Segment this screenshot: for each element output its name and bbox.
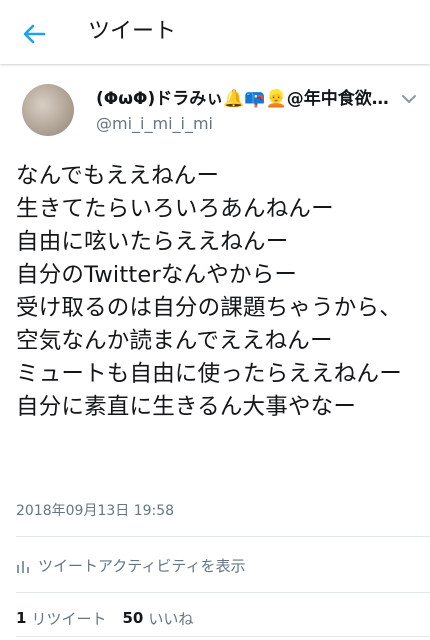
top-bar: ツイート	[0, 0, 430, 64]
retweets-label: リツイート	[31, 609, 107, 628]
tweet-stats: 1 リツイート 50 いいね	[16, 608, 209, 628]
likes-count: 50	[122, 609, 144, 627]
divider	[16, 636, 430, 637]
chevron-down-icon[interactable]	[400, 90, 418, 108]
tweet-activity-link[interactable]: ツイートアクティビティを表示	[16, 556, 245, 576]
back-arrow-icon[interactable]	[18, 18, 50, 50]
activity-label: ツイートアクティビティを表示	[38, 557, 246, 575]
display-name-text: (ΦωΦ)ドラみぃ	[96, 89, 224, 109]
likes-stat[interactable]: 50 いいね	[122, 608, 193, 629]
display-name-suffix: @年中食欲…	[286, 89, 388, 109]
avatar[interactable]	[22, 84, 74, 136]
divider	[16, 536, 430, 537]
display-name[interactable]: (ΦωΦ)ドラみぃ🔔📪👱@年中食欲…	[96, 88, 388, 110]
retweets-stat[interactable]: 1 リツイート	[16, 608, 106, 629]
tweet-author[interactable]: (ΦωΦ)ドラみぃ🔔📪👱@年中食欲… @mi_i_mi_i_mi	[0, 78, 430, 142]
page-title: ツイート	[88, 19, 177, 44]
retweets-count: 1	[16, 609, 27, 627]
divider	[16, 592, 430, 593]
display-name-emoji: 🔔📪👱	[223, 89, 287, 109]
bar-chart-icon	[17, 561, 29, 573]
tweet-timestamp: 2018年09月13日 19:58	[16, 503, 175, 519]
likes-label: いいね	[148, 609, 194, 628]
user-handle[interactable]: @mi_i_mi_i_mi	[96, 114, 213, 134]
tweet-text: なんでもええねんー 生きてたらいろいろあんねんー 自由に呟いたらええねんー 自分…	[16, 163, 402, 420]
